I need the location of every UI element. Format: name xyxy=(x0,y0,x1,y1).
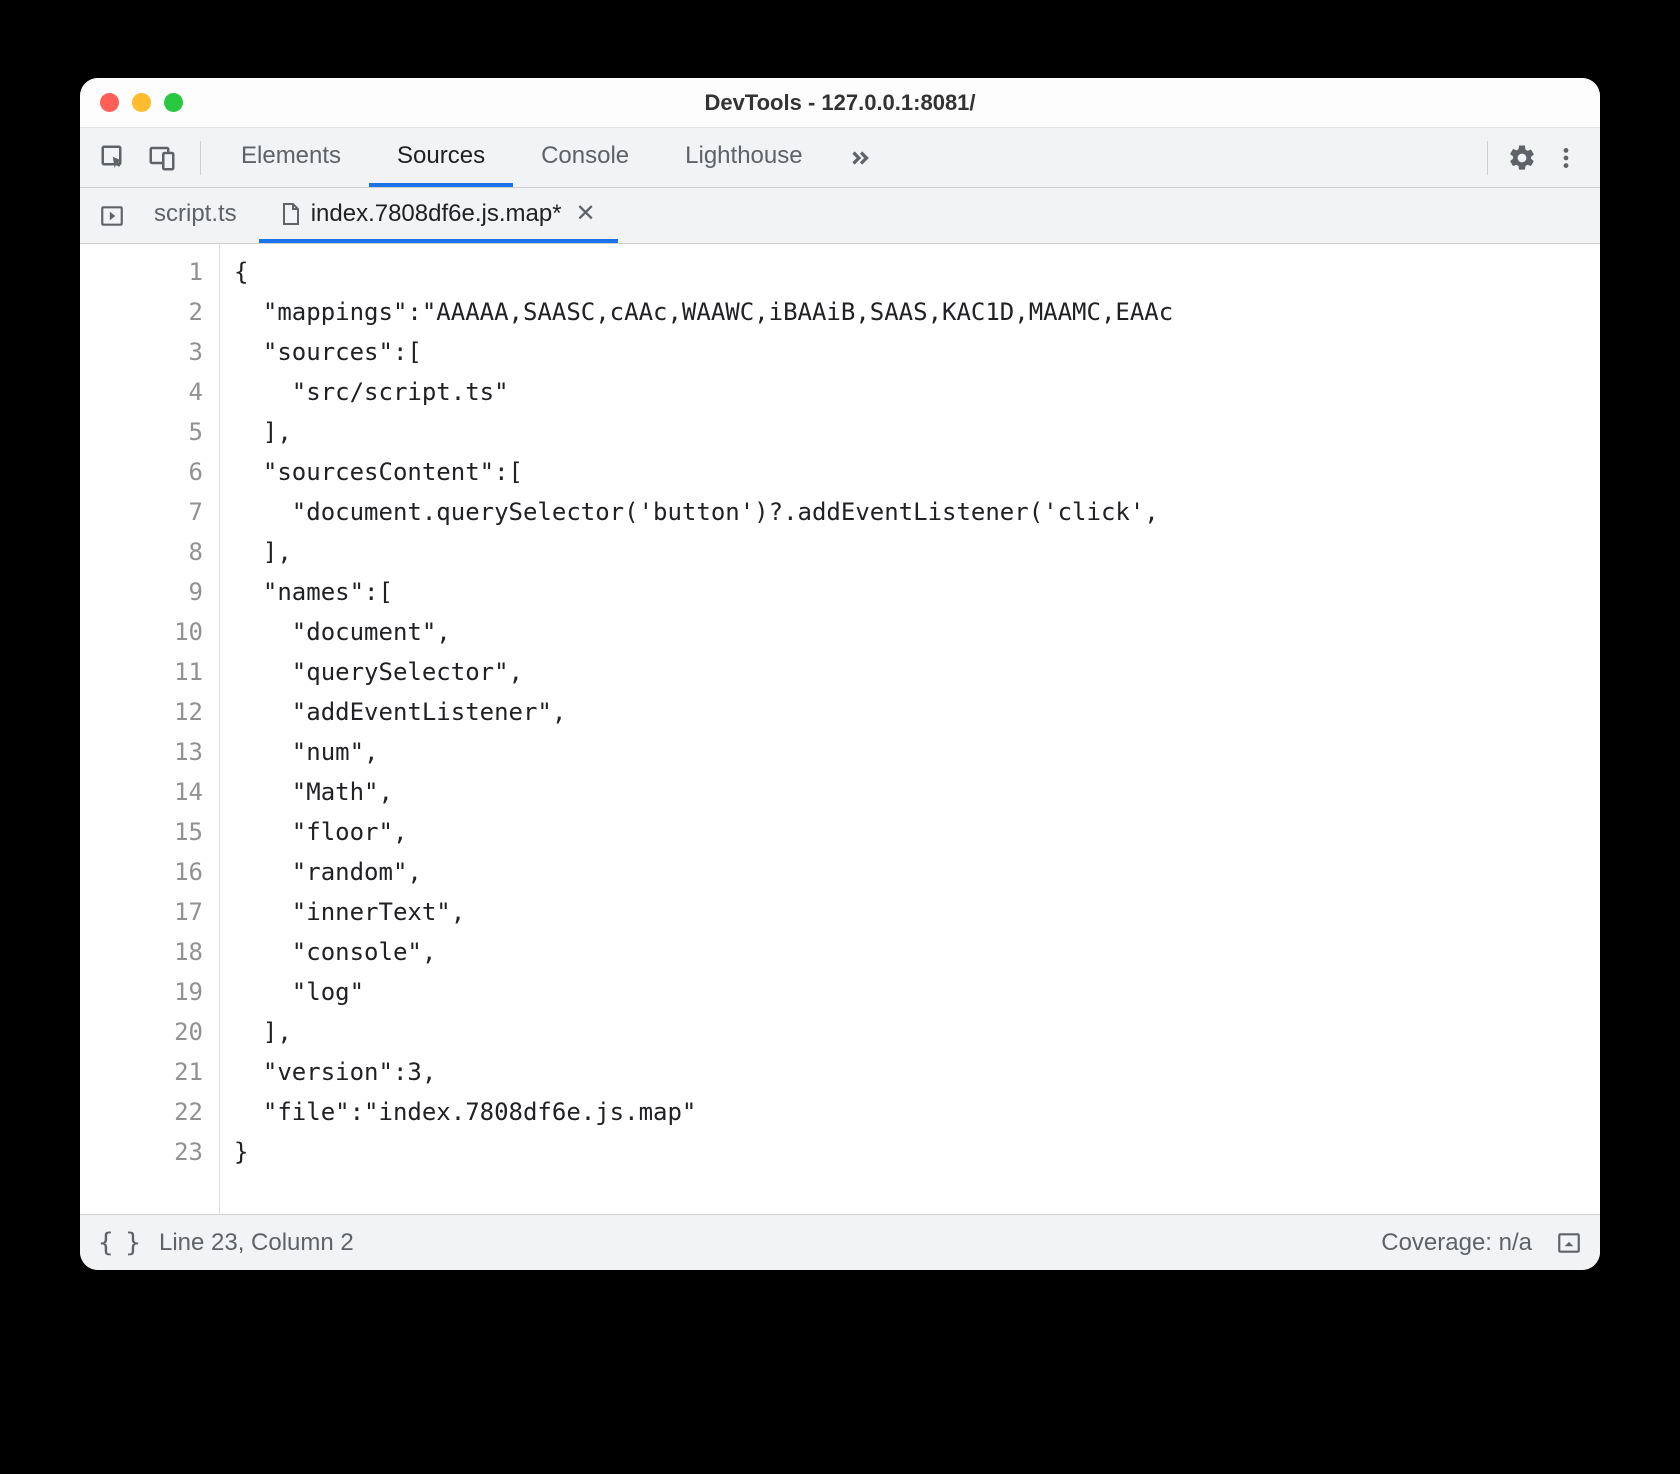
toolbar-divider xyxy=(1487,141,1488,175)
file-tab-sourcemap[interactable]: index.7808df6e.js.map* ✕ xyxy=(259,188,618,243)
kebab-menu-icon[interactable] xyxy=(1544,136,1588,180)
inspect-element-icon[interactable] xyxy=(92,136,136,180)
panel-tabs: Elements Sources Console Lighthouse xyxy=(213,128,889,187)
minimize-window-button[interactable] xyxy=(132,93,151,112)
pretty-print-icon[interactable]: { } xyxy=(98,1228,139,1258)
file-icon xyxy=(281,202,301,226)
code-content[interactable]: { "mappings":"AAAAA,SAASC,cAAc,WAAWC,iBA… xyxy=(220,244,1600,1214)
status-bar: { } Line 23, Column 2 Coverage: n/a xyxy=(80,1214,1600,1270)
settings-icon[interactable] xyxy=(1500,136,1544,180)
file-tabs: script.ts index.7808df6e.js.map* ✕ xyxy=(80,188,1600,244)
cursor-position: Line 23, Column 2 xyxy=(159,1229,354,1257)
tab-console[interactable]: Console xyxy=(513,128,657,187)
devtools-window: DevTools - 127.0.0.1:8081/ Elements Sour… xyxy=(80,78,1600,1270)
navigator-toggle-icon[interactable] xyxy=(92,188,132,243)
close-tab-icon[interactable]: ✕ xyxy=(576,199,596,228)
maximize-window-button[interactable] xyxy=(164,93,183,112)
main-toolbar: Elements Sources Console Lighthouse xyxy=(80,128,1600,188)
tab-lighthouse[interactable]: Lighthouse xyxy=(657,128,830,187)
file-tab-label: script.ts xyxy=(154,200,237,228)
bottom-drawer-icon[interactable] xyxy=(1556,1230,1582,1256)
file-tab-script-ts[interactable]: script.ts xyxy=(132,188,259,243)
file-tab-label: index.7808df6e.js.map* xyxy=(311,200,562,228)
close-window-button[interactable] xyxy=(100,93,119,112)
window-controls xyxy=(100,93,183,112)
window-title: DevTools - 127.0.0.1:8081/ xyxy=(80,90,1600,116)
coverage-label: Coverage: n/a xyxy=(1381,1229,1532,1257)
more-tabs-icon[interactable] xyxy=(831,128,889,187)
titlebar: DevTools - 127.0.0.1:8081/ xyxy=(80,78,1600,128)
line-gutter: 1234567891011121314151617181920212223 xyxy=(80,244,220,1214)
code-editor[interactable]: 1234567891011121314151617181920212223 { … xyxy=(80,244,1600,1214)
tab-elements[interactable]: Elements xyxy=(213,128,369,187)
toolbar-divider xyxy=(200,141,201,175)
tab-sources[interactable]: Sources xyxy=(369,128,513,187)
device-toolbar-icon[interactable] xyxy=(140,136,184,180)
